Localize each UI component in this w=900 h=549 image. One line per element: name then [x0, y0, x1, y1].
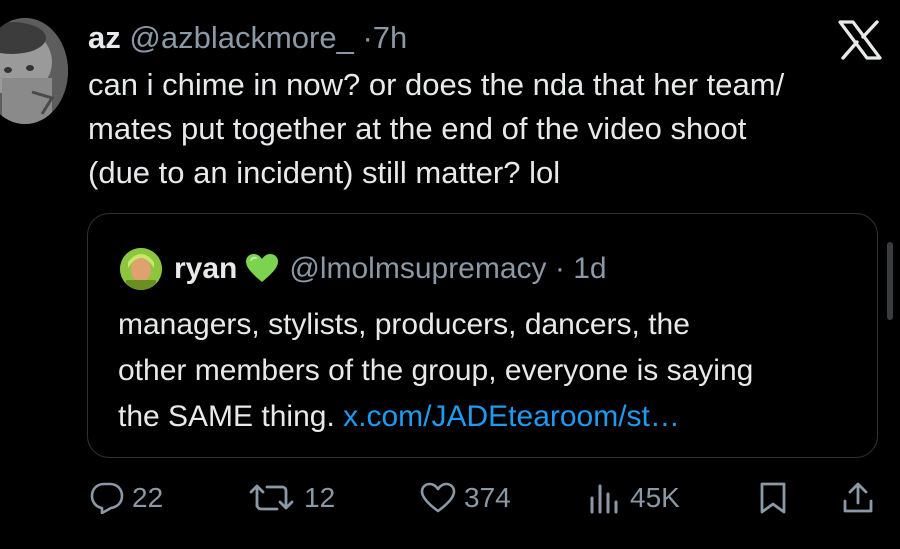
tweet-text-line: mates put together at the end of the vid… [88, 111, 747, 146]
tweet-time[interactable]: 7h [373, 20, 407, 55]
repost-icon [249, 484, 294, 511]
views-button[interactable]: 45K [588, 476, 680, 520]
reply-button[interactable]: 22 [90, 476, 163, 520]
repost-count: 12 [304, 482, 336, 513]
share-button[interactable] [842, 476, 874, 520]
quoted-text-line: managers, stylists, producers, dancers, … [118, 308, 690, 341]
like-count: 374 [464, 482, 511, 513]
like-button[interactable]: 374 [420, 476, 511, 520]
quoted-author-handle[interactable]: @lmolmsupremacy [289, 252, 546, 285]
quoted-tweet-card[interactable]: ryan @lmolmsupremacy · 1d managers, styl… [87, 213, 878, 458]
bookmark-icon [760, 482, 786, 514]
scrollbar[interactable] [887, 242, 893, 320]
quoted-tweet-time: 1d [573, 252, 607, 285]
author-avatar[interactable] [0, 18, 68, 124]
separator-dot: · [362, 20, 373, 55]
quoted-author-name[interactable]: ryan [174, 252, 237, 285]
quoted-link[interactable]: x.com/JADEtearoom/st… [343, 400, 680, 433]
quoted-tweet-text: managers, stylists, producers, dancers, … [118, 302, 753, 440]
tweet-text-line: can i chime in now? or does the nda that… [88, 67, 785, 102]
tweet-text-line: (due to an incident) still matter? lol [88, 155, 561, 190]
views-count: 45K [630, 482, 680, 513]
tweet-text: can i chime in now? or does the nda that… [88, 63, 878, 195]
bookmark-button[interactable] [758, 476, 788, 520]
x-logo-icon[interactable] [838, 20, 882, 60]
share-icon [843, 482, 873, 513]
reply-icon [90, 482, 124, 514]
quoted-text-prefix: the SAME thing. [118, 400, 335, 433]
quoted-author-avatar[interactable] [120, 248, 162, 290]
repost-button[interactable]: 12 [248, 476, 335, 520]
views-icon [590, 484, 618, 514]
action-bar: 22 12 374 45K [0, 476, 900, 520]
tweet-view: az @azblackmore_ ·7h can i chime in now?… [0, 0, 900, 549]
like-icon [420, 482, 456, 513]
quoted-tweet-header: ryan @lmolmsupremacy · 1d [174, 250, 607, 288]
author-name[interactable]: az [88, 20, 121, 55]
tweet-header: az @azblackmore_ ·7h [88, 18, 407, 58]
author-handle[interactable]: @azblackmore_ [129, 20, 353, 55]
green-heart-icon [246, 254, 279, 282]
separator-dot: · [554, 252, 565, 285]
reply-count: 22 [132, 482, 164, 513]
quoted-text-line: other members of the group, everyone is … [118, 354, 754, 387]
quoted-text-line: the SAME thing. x.com/JADEtearoom/st… [118, 394, 753, 440]
